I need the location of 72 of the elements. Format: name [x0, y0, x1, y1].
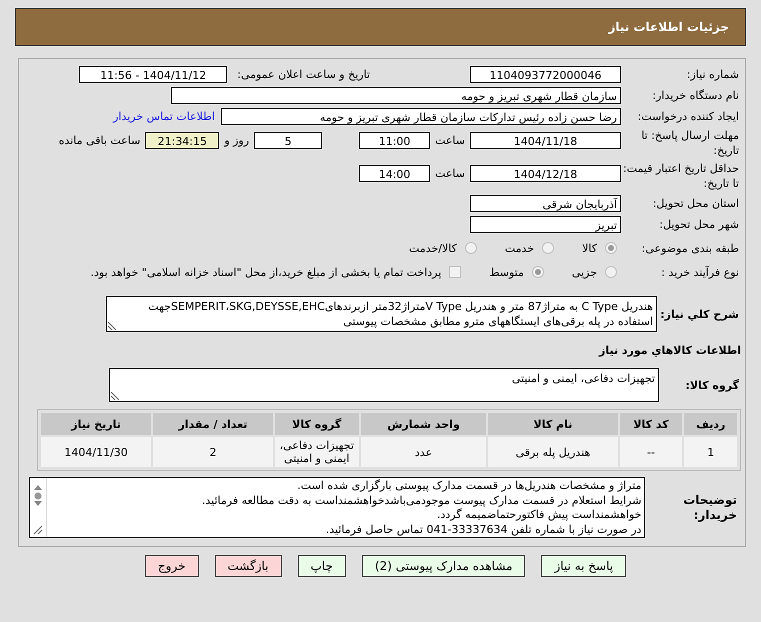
field-label: استان محل تحویل: — [652, 196, 740, 210]
note-line: متراژ و مشخصات هندریل‌ها در قسمت مدارک پیوستی بارگزاری شده است. — [296, 479, 642, 494]
table-cell: عدد — [360, 437, 486, 467]
field-label: مهلت ارسال پاسخ: تا تاریخ: — [640, 128, 740, 158]
page-title: جزئیات اطلاعات نیاز — [608, 20, 729, 34]
field-label: تاریخ و ساعت اعلان عمومی: — [237, 68, 370, 80]
column-header: واحد شمارش — [360, 413, 486, 435]
table-cell: 1 — [684, 437, 737, 467]
note-line: شرایط استعلام در قسمت مدارک پیوست موجودمی‌باشدخواهشمنداست به دقت مطالعه فرمائید. — [200, 494, 642, 508]
requester-field[interactable]: رضا حسن زاده رئیس تدارکات سازمان قطار شهری تبریز و حومه — [221, 108, 621, 124]
remaining-time-field[interactable]: 21:34:15 — [145, 132, 220, 149]
column-header: تعداد / مقدار — [153, 413, 273, 435]
note-line: خواهشمنداست پیش فاکتورحتماضمیمه گردد. — [436, 508, 642, 522]
action-button[interactable]: پاسخ به نیاز — [541, 555, 626, 577]
radio-label: کالا — [582, 242, 597, 254]
announce-date-field[interactable]: 1404/11/12 - 11:56 — [79, 66, 228, 82]
remaining-label: ساعت باقی مانده — [58, 134, 140, 147]
note-line: در صورت نیاز با شماره تلفن 33337634-041 تماس حاصل فرمائید. — [324, 522, 642, 537]
time-label: ساعت — [435, 167, 465, 180]
radio-button[interactable] — [464, 242, 477, 254]
action-button[interactable]: خروج — [144, 555, 198, 577]
deadline-time-field[interactable]: 11:00 — [359, 132, 430, 149]
validity-date-field[interactable]: 1404/12/18 — [470, 165, 621, 182]
resize-grip-icon[interactable] — [111, 392, 119, 400]
field-label: حداقل تاریخ اعتبار قیمت: تا تاریخ: — [622, 161, 740, 191]
radio-button[interactable] — [605, 266, 617, 278]
description-field[interactable]: هندریل C Type به متراژ87 متر و هندریل V Typeمتراژ32متر ازبرندهایSEMPERIT،SKG,DEYSSE,EHCجهت استفاده در پله برقی‌های ایستگاههای مترو مطابق مشخصات پیوستی — [106, 296, 657, 332]
province-field[interactable]: آذربایجان شرقی — [470, 194, 621, 212]
field-label: توضیحات خریدار: — [682, 492, 738, 522]
radio-button[interactable] — [532, 266, 544, 278]
field-label: شرح کلي نياز: — [659, 306, 740, 322]
section-title: اطلاعات کالاهاي مورد نياز — [599, 344, 741, 356]
need-number-field[interactable]: 1104093772000046 — [470, 66, 621, 82]
action-button[interactable]: چاپ — [298, 555, 346, 577]
action-button[interactable]: بازگشت — [214, 555, 282, 577]
table-cell: 1404/11/30 — [41, 437, 152, 467]
days-field[interactable]: 5 — [254, 132, 322, 149]
column-header: نام کالا — [488, 413, 618, 435]
column-header: کد کالا — [620, 413, 682, 435]
field-label: طبقه بندی موضوعی: — [640, 240, 740, 256]
column-header: تاریخ نیاز — [41, 413, 152, 435]
field-label: نوع فرآیند خرید : — [660, 264, 740, 280]
goods-group-field[interactable]: تجهیزات دفاعی، ایمنی و امنیتی — [109, 368, 659, 402]
column-header: ردیف — [684, 413, 737, 435]
radio-label: خدمت — [504, 242, 534, 254]
radio-button[interactable] — [542, 242, 554, 254]
resize-grip-icon[interactable] — [108, 322, 116, 330]
table-cell: هندریل پله برقی — [488, 437, 618, 467]
time-label: ساعت — [435, 134, 465, 147]
field-label: شماره نیاز: — [686, 66, 740, 82]
field-label: نام دستگاه خریدار: — [651, 88, 740, 102]
buyer-contact-link[interactable]: اطلاعات تماس خریدار — [113, 110, 215, 122]
validity-time-field[interactable]: 14:00 — [359, 165, 430, 182]
checkbox-label: پرداخت تمام یا بخشی از مبلغ خرید،از محل "اسناد خزانه اسلامی" خواهد بود. — [90, 266, 442, 278]
table-cell: 2 — [153, 437, 273, 467]
table-cell: تجهیزات دفاعی، ایمنی و امنیتی — [274, 437, 359, 467]
field-label: ایجاد کننده درخواست: — [636, 108, 740, 124]
radio-button[interactable] — [605, 242, 617, 254]
field-label: شهر محل تحویل: — [658, 216, 740, 232]
radio-label: کالا/خدمت — [409, 242, 457, 254]
buyer-notes-field[interactable] — [29, 477, 646, 538]
radio-label: متوسط — [489, 266, 524, 278]
checkbox[interactable] — [449, 266, 462, 278]
days-label: روز و — [224, 134, 250, 147]
column-header: گروه کالا — [274, 413, 359, 435]
action-button[interactable]: مشاهده مدارک پیوستی (2) — [362, 555, 526, 577]
field-label: گروه کالا: — [684, 378, 740, 392]
radio-label: جزیی — [572, 266, 597, 278]
deadline-date-field[interactable]: 1404/11/18 — [470, 132, 621, 149]
table-cell: -- — [620, 437, 682, 467]
buyer-field[interactable]: سازمان قطار شهری تبریز و حومه — [171, 86, 621, 104]
city-field[interactable]: تبریز — [470, 216, 621, 232]
